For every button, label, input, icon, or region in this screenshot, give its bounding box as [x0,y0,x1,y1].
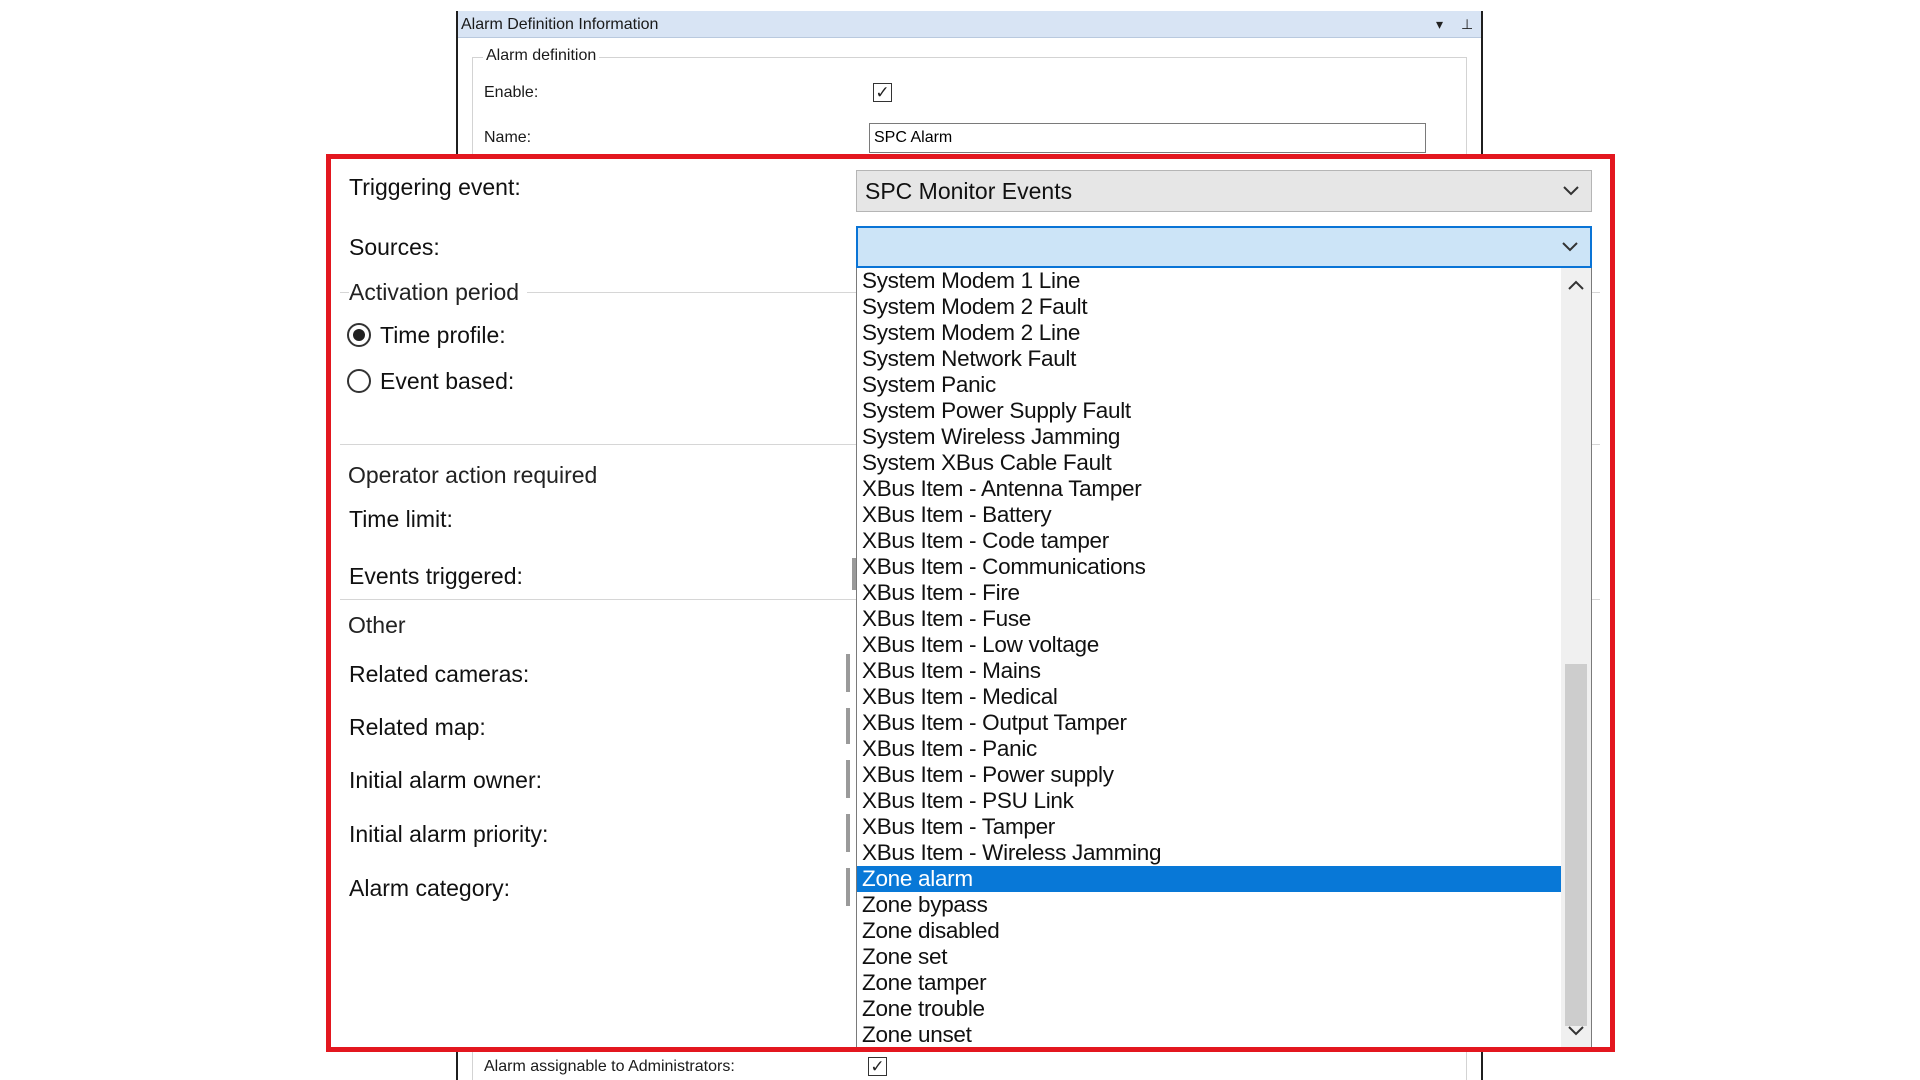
chevron-down-icon [1563,186,1579,196]
event-type-select[interactable] [856,226,1592,268]
activation-period-title: Activation period [349,279,528,306]
zoomed-alarm-settings: Triggering event: SPC Monitor Events Sou… [330,158,1611,1048]
alarm-category-label: Alarm category: [349,875,511,901]
chevron-up-icon[interactable] [1564,274,1588,298]
panel-menu-dropdown-icon[interactable]: ▾ [1436,11,1443,38]
list-item[interactable]: System Modem 2 Line [857,320,1563,346]
list-item[interactable]: XBus Item - Low voltage [857,632,1563,658]
list-item-selected[interactable]: Zone alarm [857,866,1563,892]
initial-alarm-owner-label: Initial alarm owner: [349,767,543,793]
time-limit-label: Time limit: [349,506,453,532]
list-item[interactable]: System Network Fault [857,346,1563,372]
alarm-category-field-edge [846,868,850,906]
radio-selected-dot [353,329,365,341]
name-input[interactable]: SPC Alarm [869,123,1426,153]
list-item[interactable]: Zone bypass [857,892,1563,918]
check-icon: ✓ [870,1057,885,1076]
list-item[interactable]: System Power Supply Fault [857,398,1563,424]
list-item[interactable]: XBus Item - Code tamper [857,528,1563,554]
list-item[interactable]: System Modem 1 Line [857,268,1563,294]
check-icon: ✓ [875,83,890,102]
event-based-label: Event based: [380,368,515,394]
enable-label: Enable: [484,84,539,101]
dropdown-scrollbar[interactable] [1561,268,1591,1048]
list-item[interactable]: XBus Item - Communications [857,554,1563,580]
list-item[interactable]: System XBus Cable Fault [857,450,1563,476]
assignable-to-admins-label: Alarm assignable to Administrators: [484,1058,735,1075]
list-item[interactable]: XBus Item - Mains [857,658,1563,684]
initial-alarm-priority-label: Initial alarm priority: [349,821,549,847]
related-cameras-label: Related cameras: [349,661,530,687]
alarm-definition-group-label: Alarm definition [483,47,600,65]
event-type-dropdown-list[interactable]: System Modem 1 Line System Modem 2 Fault S… [856,268,1592,1048]
initial-alarm-priority-field-edge [846,814,850,852]
triggering-event-select[interactable]: SPC Monitor Events [856,170,1592,212]
triggering-event-value: SPC Monitor Events [865,178,1073,204]
other-title: Other [348,612,414,639]
list-item[interactable]: XBus Item - Antenna Tamper [857,476,1563,502]
pin-icon[interactable]: ⊥ [1461,11,1473,38]
assignable-to-admins-checkbox[interactable]: ✓ [868,1057,887,1076]
chevron-down-icon [1562,242,1578,252]
name-label: Name: [484,129,532,146]
time-profile-label: Time profile: [380,322,506,348]
enable-checkbox[interactable]: ✓ [873,83,892,102]
event-type-options: System Modem 1 Line System Modem 2 Fault S… [857,268,1563,1048]
list-item[interactable]: XBus Item - Fire [857,580,1563,606]
list-item[interactable]: XBus Item - Output Tamper [857,710,1563,736]
event-based-radio[interactable] [347,369,371,393]
chevron-down-icon[interactable] [1564,1019,1588,1043]
panel-title-bar: Alarm Definition Information ▾ ⊥ [458,11,1481,38]
time-profile-radio[interactable] [347,323,371,347]
list-item[interactable]: XBus Item - Fuse [857,606,1563,632]
events-triggered-label: Events triggered: [349,563,523,589]
related-map-field-edge [846,708,850,744]
list-item[interactable]: Zone disabled [857,918,1563,944]
list-item[interactable]: XBus Item - Tamper [857,814,1563,840]
initial-alarm-owner-field-edge [846,760,850,798]
list-item[interactable]: XBus Item - Power supply [857,762,1563,788]
list-item[interactable]: System Panic [857,372,1563,398]
list-item[interactable]: XBus Item - Panic [857,736,1563,762]
list-item[interactable]: XBus Item - PSU Link [857,788,1563,814]
list-item[interactable]: Zone trouble [857,996,1563,1022]
related-cameras-field-edge [846,654,850,692]
list-item[interactable]: XBus Item - Battery [857,502,1563,528]
list-item[interactable]: XBus Item - Wireless Jamming [857,840,1563,866]
list-item[interactable]: Zone set [857,944,1563,970]
list-item[interactable]: System Modem 2 Fault [857,294,1563,320]
sources-label: Sources: [349,234,440,260]
list-item[interactable]: System Wireless Jamming [857,424,1563,450]
triggering-event-label: Triggering event: [349,174,521,200]
list-item[interactable]: Zone unset [857,1022,1563,1048]
scroll-thumb[interactable] [1565,664,1587,1026]
operator-action-title: Operator action required [348,462,606,489]
list-item[interactable]: XBus Item - Medical [857,684,1563,710]
list-item[interactable]: Zone tamper [857,970,1563,996]
panel-title: Alarm Definition Information [461,16,659,33]
related-map-label: Related map: [349,714,486,740]
